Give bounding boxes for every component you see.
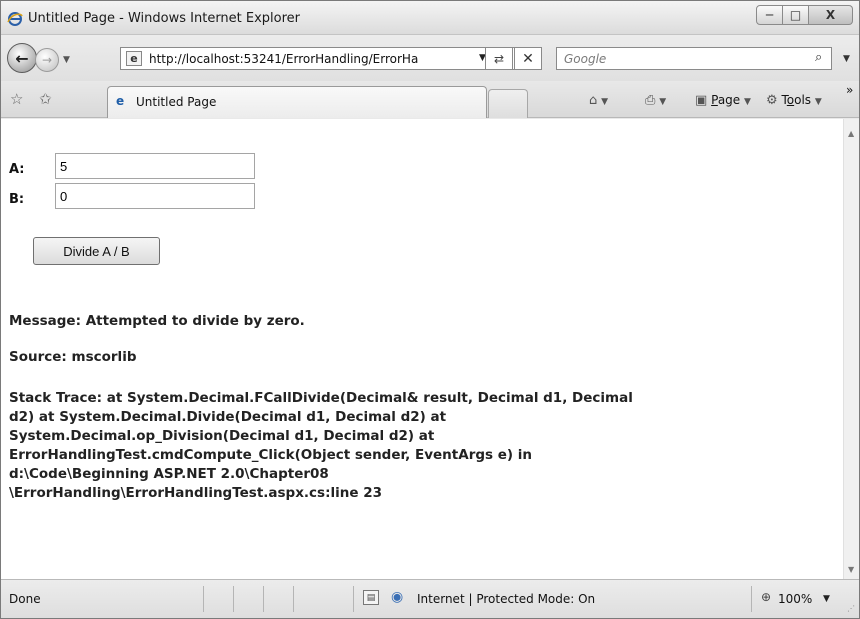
close-button[interactable]: X [809,5,853,25]
tab-ie-icon: e [116,94,125,108]
new-tab-button[interactable] [488,89,528,118]
page-icon: ▣ [695,93,708,108]
field-b-input[interactable] [55,183,255,209]
field-b-label: B: [9,192,25,207]
title-bar: Untitled Page - Windows Internet Explore… [1,1,859,35]
navigation-bar: ← → ▼ e http://localhost:53241/ErrorHand… [1,35,859,81]
recent-pages-dropdown-icon[interactable]: ▼ [63,55,70,65]
vertical-scrollbar[interactable]: ▲ ▼ [843,119,859,579]
status-divider [263,586,264,612]
close-icon: X [825,8,836,22]
favorites-star-icon[interactable]: ☆ [10,90,23,108]
error-source: Source: mscorlib [9,349,137,365]
chevron-down-icon: ▼ [659,97,667,107]
tools-menu[interactable]: ⚙ Tools ▼ [766,93,822,108]
address-url[interactable]: http://localhost:53241/ErrorHandling/Err… [149,52,471,66]
back-button[interactable]: ← [7,43,37,73]
stack-trace-line: d2) at System.Decimal.Divide(Decimal d1,… [9,409,447,425]
zoom-level[interactable]: 100% [778,592,812,606]
stack-trace-line: ErrorHandlingTest.cmdCompute_Click(Objec… [9,447,533,463]
stop-button[interactable]: ✕ [514,47,542,70]
tab-untitled-page[interactable]: e Untitled Page [107,86,487,118]
chevron-down-icon: ▼ [601,97,609,107]
stack-trace: Stack Trace: at System.Decimal.FCallDivi… [9,389,633,503]
chevron-down-icon: ▼ [814,97,822,107]
page-menu[interactable]: ▣ Page ▼ [695,93,751,108]
page-menu-label: age [717,93,741,107]
field-a-label: A: [9,162,25,177]
chevron-down-icon: ▼ [744,97,751,107]
status-divider [203,586,204,612]
page-menu-accel: P [711,93,718,107]
search-placeholder: Google [564,52,607,66]
home-icon: ⌂ [589,93,598,108]
zoom-dropdown-icon[interactable]: ▼ [823,594,830,604]
internet-zone-icon: ◉ [391,589,404,605]
page-content: A: B: Divide A / B Message: Attempted to… [1,119,843,579]
print-button[interactable]: ⎙ ▼ [645,93,666,108]
status-divider [233,586,234,612]
status-bar: Done ▤ ◉ Internet | Protected Mode: On ⊕… [1,579,859,618]
refresh-icon: ⇄ [493,51,505,66]
status-divider [293,586,294,612]
tab-command-bar: ☆ ✩ e Untitled Page ⌂ ▼ ⎙ ▼ ▣ Page ▼ ⚙ T… [1,81,859,118]
window-controls: ─ □ X [756,5,853,25]
home-button[interactable]: ⌂ ▼ [589,93,608,108]
tools-menu-label-rest: ols [794,93,812,107]
refresh-button[interactable]: ⇄ [485,47,513,70]
minimize-button[interactable]: ─ [756,5,783,25]
search-icon[interactable]: ⌕ [815,50,822,65]
print-icon: ⎙ [645,93,656,108]
forward-button[interactable]: → [35,48,59,72]
minimize-icon: ─ [765,8,774,22]
scroll-up-icon[interactable]: ▲ [848,129,854,138]
field-a-input[interactable] [55,153,255,179]
address-bar[interactable]: e http://localhost:53241/ErrorHandling/E… [120,47,520,70]
zoom-icon[interactable]: ⊕ [761,590,771,604]
status-divider [751,586,752,612]
divide-button[interactable]: Divide A / B [33,237,160,265]
ie-logo-icon [7,12,23,26]
search-box[interactable]: Google [556,47,832,70]
search-options-dropdown-icon[interactable]: ▼ [843,54,850,64]
maximize-icon: □ [789,8,802,22]
tab-label: Untitled Page [136,95,217,109]
status-text: Done [9,592,41,606]
security-zone-text[interactable]: Internet | Protected Mode: On [417,592,595,606]
browser-window: Untitled Page - Windows Internet Explore… [0,0,860,619]
stack-trace-line: Stack Trace: at System.Decimal.FCallDivi… [9,390,633,406]
status-divider [353,586,354,612]
stack-trace-line: System.Decimal.op_Division(Decimal d1, D… [9,428,435,444]
back-arrow-icon: ← [15,48,29,68]
error-message: Message: Attempted to divide by zero. [9,313,305,329]
maximize-button[interactable]: □ [783,5,809,25]
scroll-down-icon[interactable]: ▼ [848,565,854,574]
stop-icon: ✕ [522,50,534,67]
gear-icon: ⚙ [766,93,778,108]
resize-grip-icon[interactable]: ⋰ [847,604,855,613]
page-icon: e [126,51,142,66]
toolbar-overflow-icon[interactable]: » [846,83,853,97]
popup-blocker-icon[interactable]: ▤ [363,590,379,605]
window-title: Untitled Page - Windows Internet Explore… [28,11,301,26]
add-favorites-icon[interactable]: ✩ [39,90,52,108]
stack-trace-line: \ErrorHandling\ErrorHandlingTest.aspx.cs… [9,485,383,501]
forward-arrow-icon: → [41,53,53,67]
stack-trace-line: d:\Code\Beginning ASP.NET 2.0\Chapter08 [9,466,329,482]
